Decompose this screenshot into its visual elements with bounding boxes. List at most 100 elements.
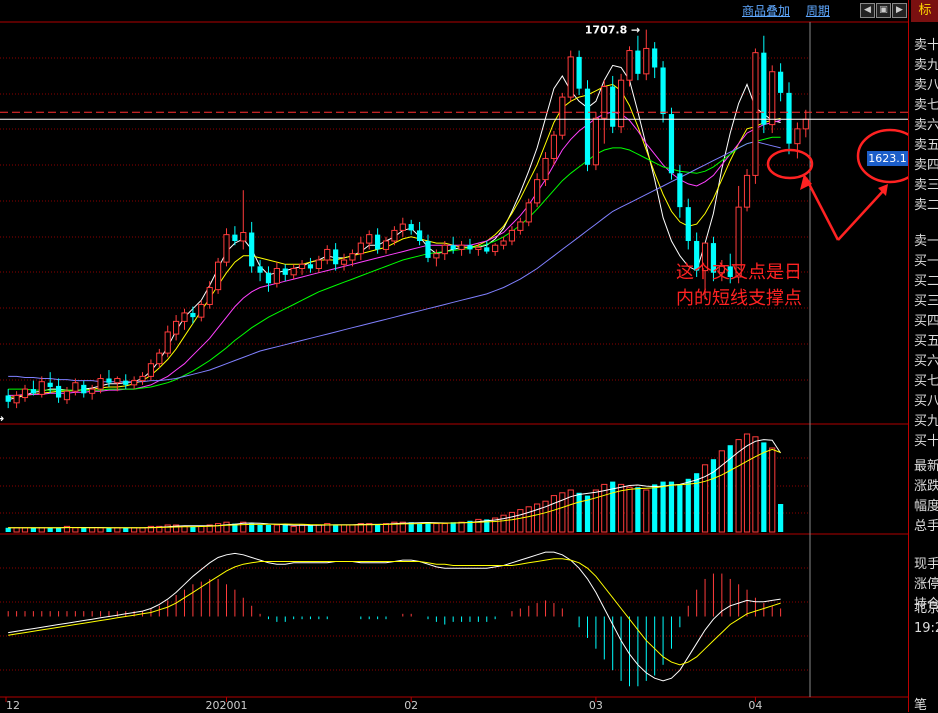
volume-bar [21, 527, 29, 533]
candle-body [21, 388, 29, 399]
ma30-line [8, 136, 781, 391]
footer-label: 笔 [914, 698, 928, 713]
volume-bar [139, 527, 146, 533]
candle-body [761, 52, 767, 125]
volume-bar [550, 495, 558, 533]
candle-body [576, 56, 582, 89]
candle-body [13, 394, 20, 404]
sell-level-label: 卖十 [914, 38, 938, 53]
candle-body [626, 50, 633, 81]
sell-level-label: 卖四 [914, 158, 938, 173]
volume-bar [190, 526, 196, 532]
volume-bar [257, 525, 263, 532]
candle-body [298, 263, 306, 269]
volume-bar [635, 487, 641, 532]
volume-bar [525, 506, 532, 533]
candle-body [794, 128, 801, 145]
exchange-label: 北京 [914, 601, 938, 616]
kline-chart[interactable]: 1707.8 → 1453.0 → 12 202001 02 03 04 [0, 0, 908, 712]
candle-body [425, 240, 431, 258]
buy-level-label: 买三 [914, 294, 938, 309]
candle-body [752, 52, 759, 176]
volume-bar [282, 525, 288, 532]
candle-body [567, 56, 574, 98]
quote-stat-label: 幅度 [914, 499, 938, 514]
volume-bar [315, 524, 322, 533]
volume-bar [307, 525, 314, 532]
candle-body [484, 247, 490, 252]
candle-body [433, 253, 440, 259]
volume-bar [534, 503, 541, 533]
candle-body [677, 173, 683, 208]
candle-body [324, 248, 331, 261]
candle-body [743, 174, 751, 208]
annotation-circle-small [766, 148, 814, 180]
candle-body [164, 331, 171, 354]
volume-bar [106, 527, 112, 532]
volume-bar [450, 522, 456, 532]
macd-dea-line [8, 558, 781, 666]
quote-stat-label: 涨跌 [914, 479, 938, 494]
candle-body [500, 240, 507, 246]
candle-body [173, 320, 180, 335]
candle-body [340, 259, 348, 265]
candle-body [349, 253, 356, 261]
candle-body [391, 229, 398, 242]
candle-body [643, 47, 650, 75]
buy-level-label: 买一 [914, 254, 938, 269]
nav-next-button[interactable]: ▣ [876, 3, 891, 18]
volume-bar [55, 527, 62, 532]
nav-prev-button[interactable]: ◀ [860, 3, 875, 18]
volume-bar [677, 484, 683, 532]
toolbar: 商品叠加 周期 [742, 2, 842, 19]
candle-body [38, 381, 45, 395]
candle-body [214, 261, 222, 291]
period-button[interactable]: 周期 [806, 4, 830, 18]
candle-body [475, 246, 482, 250]
annotation-arrow-right [837, 189, 885, 241]
candle-body [156, 352, 163, 365]
candle-body [257, 266, 263, 273]
buy-level-label: 买二 [914, 274, 938, 289]
volume-bar [164, 524, 171, 533]
buy-level-label: 买七 [914, 374, 938, 389]
x-tick-label: 04 [748, 699, 762, 712]
volume-bar [752, 436, 759, 533]
candle-body [399, 223, 406, 231]
candle-body [408, 224, 414, 231]
volume-bar [718, 450, 725, 533]
sell-level-label: 卖五 [914, 138, 938, 153]
candle-body [72, 382, 79, 392]
x-tick-label: 202001 [205, 699, 247, 712]
volume-bar [81, 527, 87, 532]
candle-body [508, 229, 516, 242]
candle-body [357, 242, 364, 255]
volume-bar [198, 525, 205, 533]
candle-body [106, 378, 112, 383]
candle-body [89, 388, 96, 394]
volume-bar [223, 521, 230, 533]
volume-bar [592, 489, 600, 533]
candle-body [223, 234, 230, 263]
candle-body [382, 240, 390, 250]
volume-bar [643, 489, 650, 533]
candle-body [181, 312, 188, 322]
volume-bar [114, 527, 121, 533]
volume-bar [214, 523, 222, 533]
sell-level-label: 卖二 [914, 198, 938, 213]
volume-bar [433, 523, 440, 533]
side-tab[interactable]: 标 [911, 0, 938, 22]
candle-body [114, 378, 121, 384]
nav-last-button[interactable]: ▶ [892, 3, 907, 18]
sell-level-label: 卖七 [914, 98, 938, 113]
candle-body [307, 264, 314, 269]
candle-body [534, 179, 541, 204]
volume-bar [97, 527, 104, 533]
volume-bar [500, 514, 507, 533]
candle-body [542, 157, 549, 181]
candle-body [366, 234, 373, 244]
volume-bar [273, 524, 280, 533]
volume-bar [375, 525, 381, 532]
candle-body [769, 71, 776, 126]
overlay-button[interactable]: 商品叠加 [742, 4, 790, 18]
